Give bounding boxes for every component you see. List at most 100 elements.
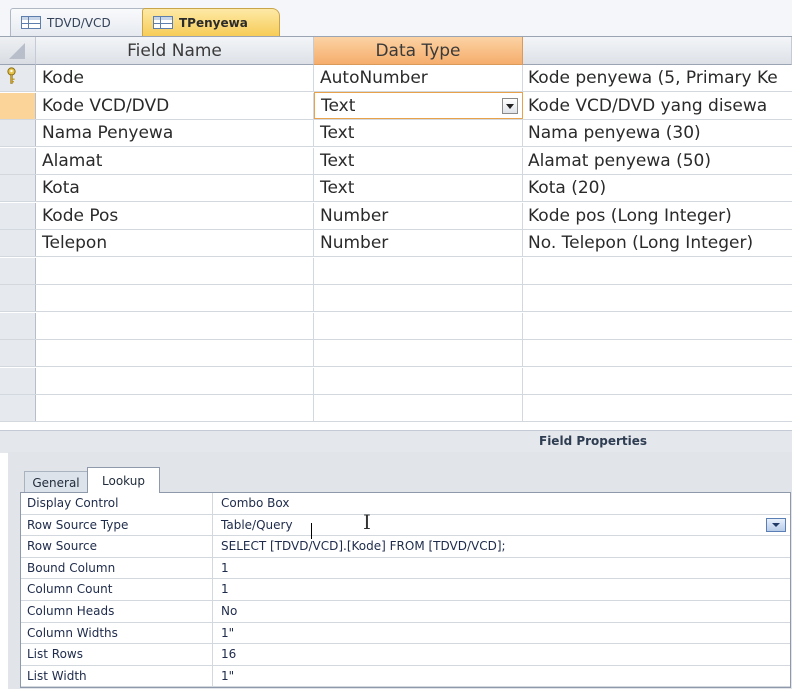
description-cell[interactable]: Nama penyewa (30) [523,120,792,146]
table-row[interactable]: Kode AutoNumber Kode penyewa (5, Primary K… [0,65,792,92]
row-selector[interactable] [0,312,36,339]
property-row[interactable]: Display Control Combo Box [21,493,790,515]
property-value[interactable]: SELECT [TDVD/VCD].[Kode] FROM [TDVD/VCD]… [213,536,790,557]
description-cell-text: Kode VCD/DVD yang disewa [528,95,768,116]
tab-lookup[interactable]: Lookup [87,467,160,493]
field-name-cell[interactable]: Nama Penyewa [36,120,314,146]
property-value[interactable]: Combo Box [213,493,790,514]
row-selector[interactable] [0,175,36,201]
description-cell[interactable] [523,258,792,284]
description-cell[interactable] [523,395,792,421]
description-cell[interactable]: Kota (20) [523,175,792,201]
dropdown-arrow-icon[interactable] [502,97,518,114]
table-row[interactable]: Nama Penyewa Text Nama penyewa (30) [0,120,792,147]
property-value[interactable]: Table/Query [213,515,790,536]
data-type-cell[interactable] [314,340,523,366]
field-name-cell[interactable]: Kode VCD/DVD [36,92,314,119]
property-value[interactable]: No [213,601,790,622]
table-row[interactable]: Telepon Number No. Telepon (Long Integer) [0,230,792,257]
row-selector[interactable] [0,340,36,366]
row-selector[interactable] [0,65,36,91]
property-label: List Width [21,665,213,687]
table-row[interactable]: Alamat Text Alamat penyewa (50) [0,147,792,175]
tab-tpenyewa[interactable]: TPenyewa [142,8,280,36]
field-name-cell[interactable]: Kode [36,65,314,91]
description-cell[interactable] [523,285,792,311]
dropdown-arrow-icon[interactable] [766,517,786,532]
property-label: Column Widths [21,622,213,644]
data-type-cell[interactable]: Text [314,147,523,174]
table-row[interactable] [0,312,792,340]
select-all-corner[interactable] [0,37,36,65]
row-selector[interactable] [0,120,36,146]
table-row[interactable] [0,257,792,285]
row-selector[interactable] [0,202,36,229]
table-row[interactable] [0,285,792,312]
property-label: Column Heads [21,600,213,622]
description-cell[interactable] [523,340,792,366]
field-name-cell[interactable] [36,367,314,394]
row-selector[interactable] [0,147,36,174]
row-selector[interactable] [0,257,36,284]
property-row[interactable]: Column Count 1 [21,579,790,601]
property-row[interactable]: Column Heads No [21,600,790,623]
description-cell[interactable]: No. Telepon (Long Integer) [523,230,792,256]
table-row[interactable] [0,367,792,395]
text-caret [311,523,312,539]
field-name-cell[interactable]: Kode Pos [36,202,314,229]
field-name-cell[interactable] [36,395,314,421]
field-name-cell[interactable]: Telepon [36,230,314,256]
property-value-text: 1 [221,582,229,597]
row-selector[interactable] [0,285,36,311]
data-type-cell[interactable] [314,395,523,421]
field-name-cell[interactable]: Alamat [36,147,314,174]
property-value[interactable]: 16 [213,644,790,665]
table-row[interactable]: Kota Text Kota (20) [0,175,792,202]
property-value[interactable]: 1 [213,558,790,579]
property-value[interactable]: 1" [213,623,790,644]
data-type-cell[interactable]: Number [314,202,523,229]
tab-tdvd-vcd[interactable]: TDVD/VCD [10,8,150,36]
description-cell[interactable]: Alamat penyewa (50) [523,148,792,174]
property-row[interactable]: Row Source SELECT [TDVD/VCD].[Kode] FROM … [21,536,790,558]
property-row[interactable]: Column Widths 1" [21,622,790,645]
row-selector[interactable] [0,367,36,394]
field-name-cell[interactable] [36,257,314,284]
data-type-cell[interactable] [314,257,523,284]
table-row[interactable]: Kode VCD/DVD Text Kode VCD/DVD yang disewa [0,91,792,120]
tab-general[interactable]: General [24,471,88,493]
description-cell[interactable] [523,368,792,394]
description-cell[interactable]: Kode VCD/DVD yang disewa [523,93,792,119]
table-row[interactable] [0,395,792,422]
table-icon [153,16,173,29]
field-name-cell[interactable]: Kota [36,175,314,201]
property-row[interactable]: Bound Column 1 [21,557,790,580]
description-cell[interactable] [523,313,792,339]
data-type-cell[interactable] [314,312,523,339]
data-type-cell[interactable] [314,367,523,394]
field-name-header: Field Name [36,37,314,65]
property-value[interactable]: 1" [213,666,790,687]
data-type-cell[interactable] [314,285,523,311]
row-selector[interactable] [0,92,36,119]
row-selector[interactable] [0,230,36,256]
property-value-text: SELECT [TDVD/VCD].[Kode] FROM [TDVD/VCD]… [221,539,506,554]
data-type-cell[interactable]: AutoNumber [314,65,523,91]
table-row[interactable]: Kode Pos Number Kode pos (Long Integer) [0,202,792,230]
data-type-cell[interactable]: Text [314,120,523,146]
property-row[interactable]: List Width 1" [21,665,790,688]
table-row[interactable] [0,340,792,367]
property-row[interactable]: Row Source Type Table/Query [21,514,790,537]
property-row[interactable]: List Rows 16 [21,644,790,666]
field-name-cell[interactable] [36,312,314,339]
field-name-cell[interactable] [36,285,314,311]
property-value[interactable]: 1 [213,579,790,600]
data-type-cell[interactable]: Number [314,230,523,256]
description-cell[interactable]: Kode pos (Long Integer) [523,203,792,229]
description-cell[interactable]: Kode penyewa (5, Primary Ke [523,65,792,91]
data-type-cell-text: Text [320,150,355,171]
data-type-cell[interactable]: Text [314,175,523,201]
field-name-cell[interactable] [36,340,314,366]
row-selector[interactable] [0,395,36,421]
data-type-cell[interactable]: Text [314,91,523,119]
